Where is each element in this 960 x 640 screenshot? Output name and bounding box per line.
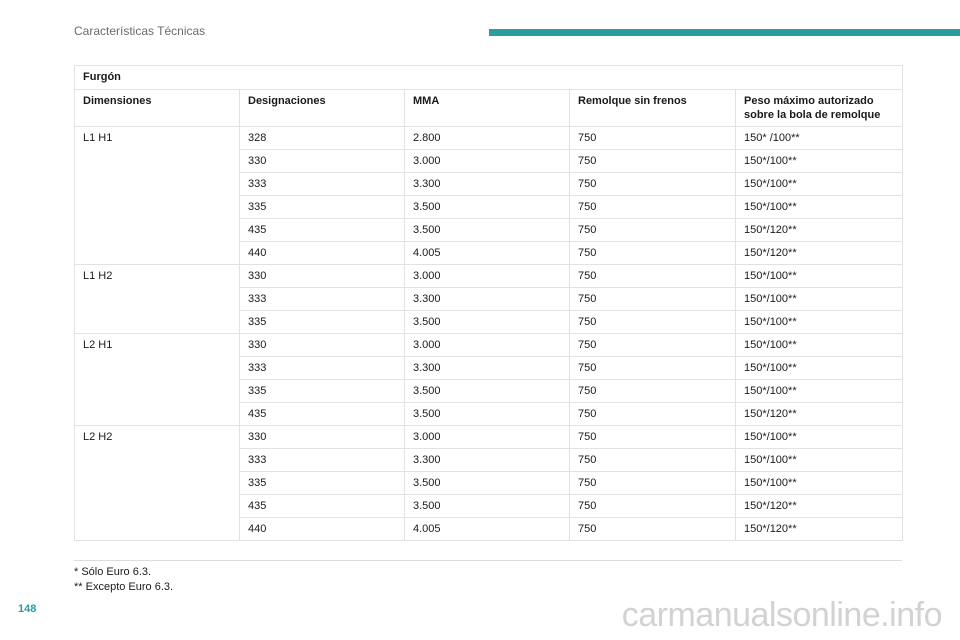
- table-cell: 335: [239, 195, 405, 219]
- table-cell: 333: [239, 448, 405, 472]
- table-cell: 150*/100**: [734, 471, 904, 495]
- footnotes: * Sólo Euro 6.3. ** Excepto Euro 6.3.: [74, 565, 173, 595]
- section-title: Características Técnicas: [74, 24, 206, 38]
- table-cell: 750: [569, 333, 736, 357]
- table-cell: 150*/120**: [734, 218, 904, 242]
- table-cell: 4.005: [404, 241, 570, 265]
- table-cell: 150*/100**: [734, 356, 904, 380]
- column-header: MMA: [404, 89, 570, 127]
- table-cell: 3.300: [404, 287, 570, 311]
- table-cell: 750: [569, 126, 736, 150]
- table-cell: 150*/100**: [734, 287, 904, 311]
- column-header: Dimensiones: [74, 89, 240, 127]
- table-cell: 150*/100**: [734, 172, 904, 196]
- table-cell: 750: [569, 287, 736, 311]
- table-cell: 3.500: [404, 471, 570, 495]
- table-cell: 750: [569, 241, 736, 265]
- table-cell: 150*/100**: [734, 333, 904, 357]
- table-cell: 150*/100**: [734, 310, 904, 334]
- table-cell: 750: [569, 402, 736, 426]
- table-cell: 3.500: [404, 310, 570, 334]
- table-cell: 333: [239, 287, 405, 311]
- table-cell: 750: [569, 195, 736, 219]
- footnote-divider: [74, 560, 902, 561]
- table-cell: 150*/100**: [734, 264, 904, 288]
- header-accent-bar: [489, 29, 960, 36]
- table-cell: 750: [569, 517, 736, 541]
- table-cell: 750: [569, 471, 736, 495]
- table-cell: 150*/100**: [734, 425, 904, 449]
- table-cell: 3.500: [404, 379, 570, 403]
- table-cell: 3.300: [404, 356, 570, 380]
- table-cell: 150*/120**: [734, 241, 904, 265]
- table-cell: 330: [239, 425, 405, 449]
- table-cell: 750: [569, 149, 736, 173]
- table-cell: 333: [239, 172, 405, 196]
- dimension-cell: L2 H1: [74, 333, 240, 426]
- towing-spec-table: Furgón Dimensiones Designaciones MMA Remolq…: [73, 65, 904, 541]
- watermark-logo: carmanualsonline.info: [621, 596, 943, 634]
- dimension-cell: L1 H2: [74, 264, 240, 334]
- table-cell: 3.000: [404, 264, 570, 288]
- column-header: Peso máximo autorizado sobre la bola de …: [734, 89, 904, 127]
- table-cell: 2.800: [404, 126, 570, 150]
- table-cell: 750: [569, 356, 736, 380]
- table-cell: 3.000: [404, 149, 570, 173]
- table-cell: 335: [239, 379, 405, 403]
- table-cell: 440: [239, 241, 405, 265]
- table-cell: 328: [239, 126, 405, 150]
- table-cell: 150*/120**: [734, 494, 904, 518]
- table-cell: 150*/100**: [734, 448, 904, 472]
- table-cell: 750: [569, 218, 736, 242]
- footnote-1: * Sólo Euro 6.3.: [74, 566, 152, 578]
- table-cell: 435: [239, 402, 405, 426]
- table-cell: 750: [569, 425, 736, 449]
- table-cell: 330: [239, 264, 405, 288]
- table-cell: 150*/120**: [734, 517, 904, 541]
- table-cell: 150*/100**: [734, 379, 904, 403]
- page-number: 148: [18, 603, 37, 615]
- dimension-cell: L1 H1: [74, 126, 240, 265]
- table-cell: 335: [239, 310, 405, 334]
- table-cell: 3.500: [404, 218, 570, 242]
- table-cell: 333: [239, 356, 405, 380]
- table-cell: 3.000: [404, 425, 570, 449]
- column-header: Designaciones: [239, 89, 405, 127]
- table-cell: 3.500: [404, 402, 570, 426]
- table-cell: 150*/100**: [734, 149, 904, 173]
- table-cell: 150* /100**: [734, 126, 904, 150]
- footnote-2: ** Excepto Euro 6.3.: [74, 581, 174, 593]
- table-cell: 150*/100**: [734, 195, 904, 219]
- column-header: Remolque sin frenos: [569, 89, 736, 127]
- table-cell: 330: [239, 149, 405, 173]
- table-cell: 4.005: [404, 517, 570, 541]
- table-cell: 3.000: [404, 333, 570, 357]
- table-cell: 750: [569, 379, 736, 403]
- table-cell: 750: [569, 448, 736, 472]
- table-cell: 3.500: [404, 494, 570, 518]
- table-cell: 435: [239, 218, 405, 242]
- table-cell: 150*/120**: [734, 402, 904, 426]
- table-row: L2 H2 330 3.000 750 150*/100**: [74, 425, 904, 541]
- table-cell: 3.300: [404, 448, 570, 472]
- table-row: L1 H1 328 2.800 750 150* /100**: [74, 126, 904, 265]
- table-row: L2 H1 330 3.000 750 150*/100**: [74, 333, 904, 426]
- table-cell: 435: [239, 494, 405, 518]
- table-cell: 750: [569, 172, 736, 196]
- table-title: Furgón: [73, 65, 904, 90]
- dimension-cell: L2 H2: [74, 425, 240, 541]
- table-cell: 750: [569, 264, 736, 288]
- table-cell: 750: [569, 310, 736, 334]
- table-cell: 330: [239, 333, 405, 357]
- table-cell: 440: [239, 517, 405, 541]
- table-cell: 750: [569, 494, 736, 518]
- table-cell: 3.500: [404, 195, 570, 219]
- table-cell: 335: [239, 471, 405, 495]
- table-cell: 3.300: [404, 172, 570, 196]
- table-row: L1 H2 330 3.000 750 150*/100**: [74, 264, 904, 334]
